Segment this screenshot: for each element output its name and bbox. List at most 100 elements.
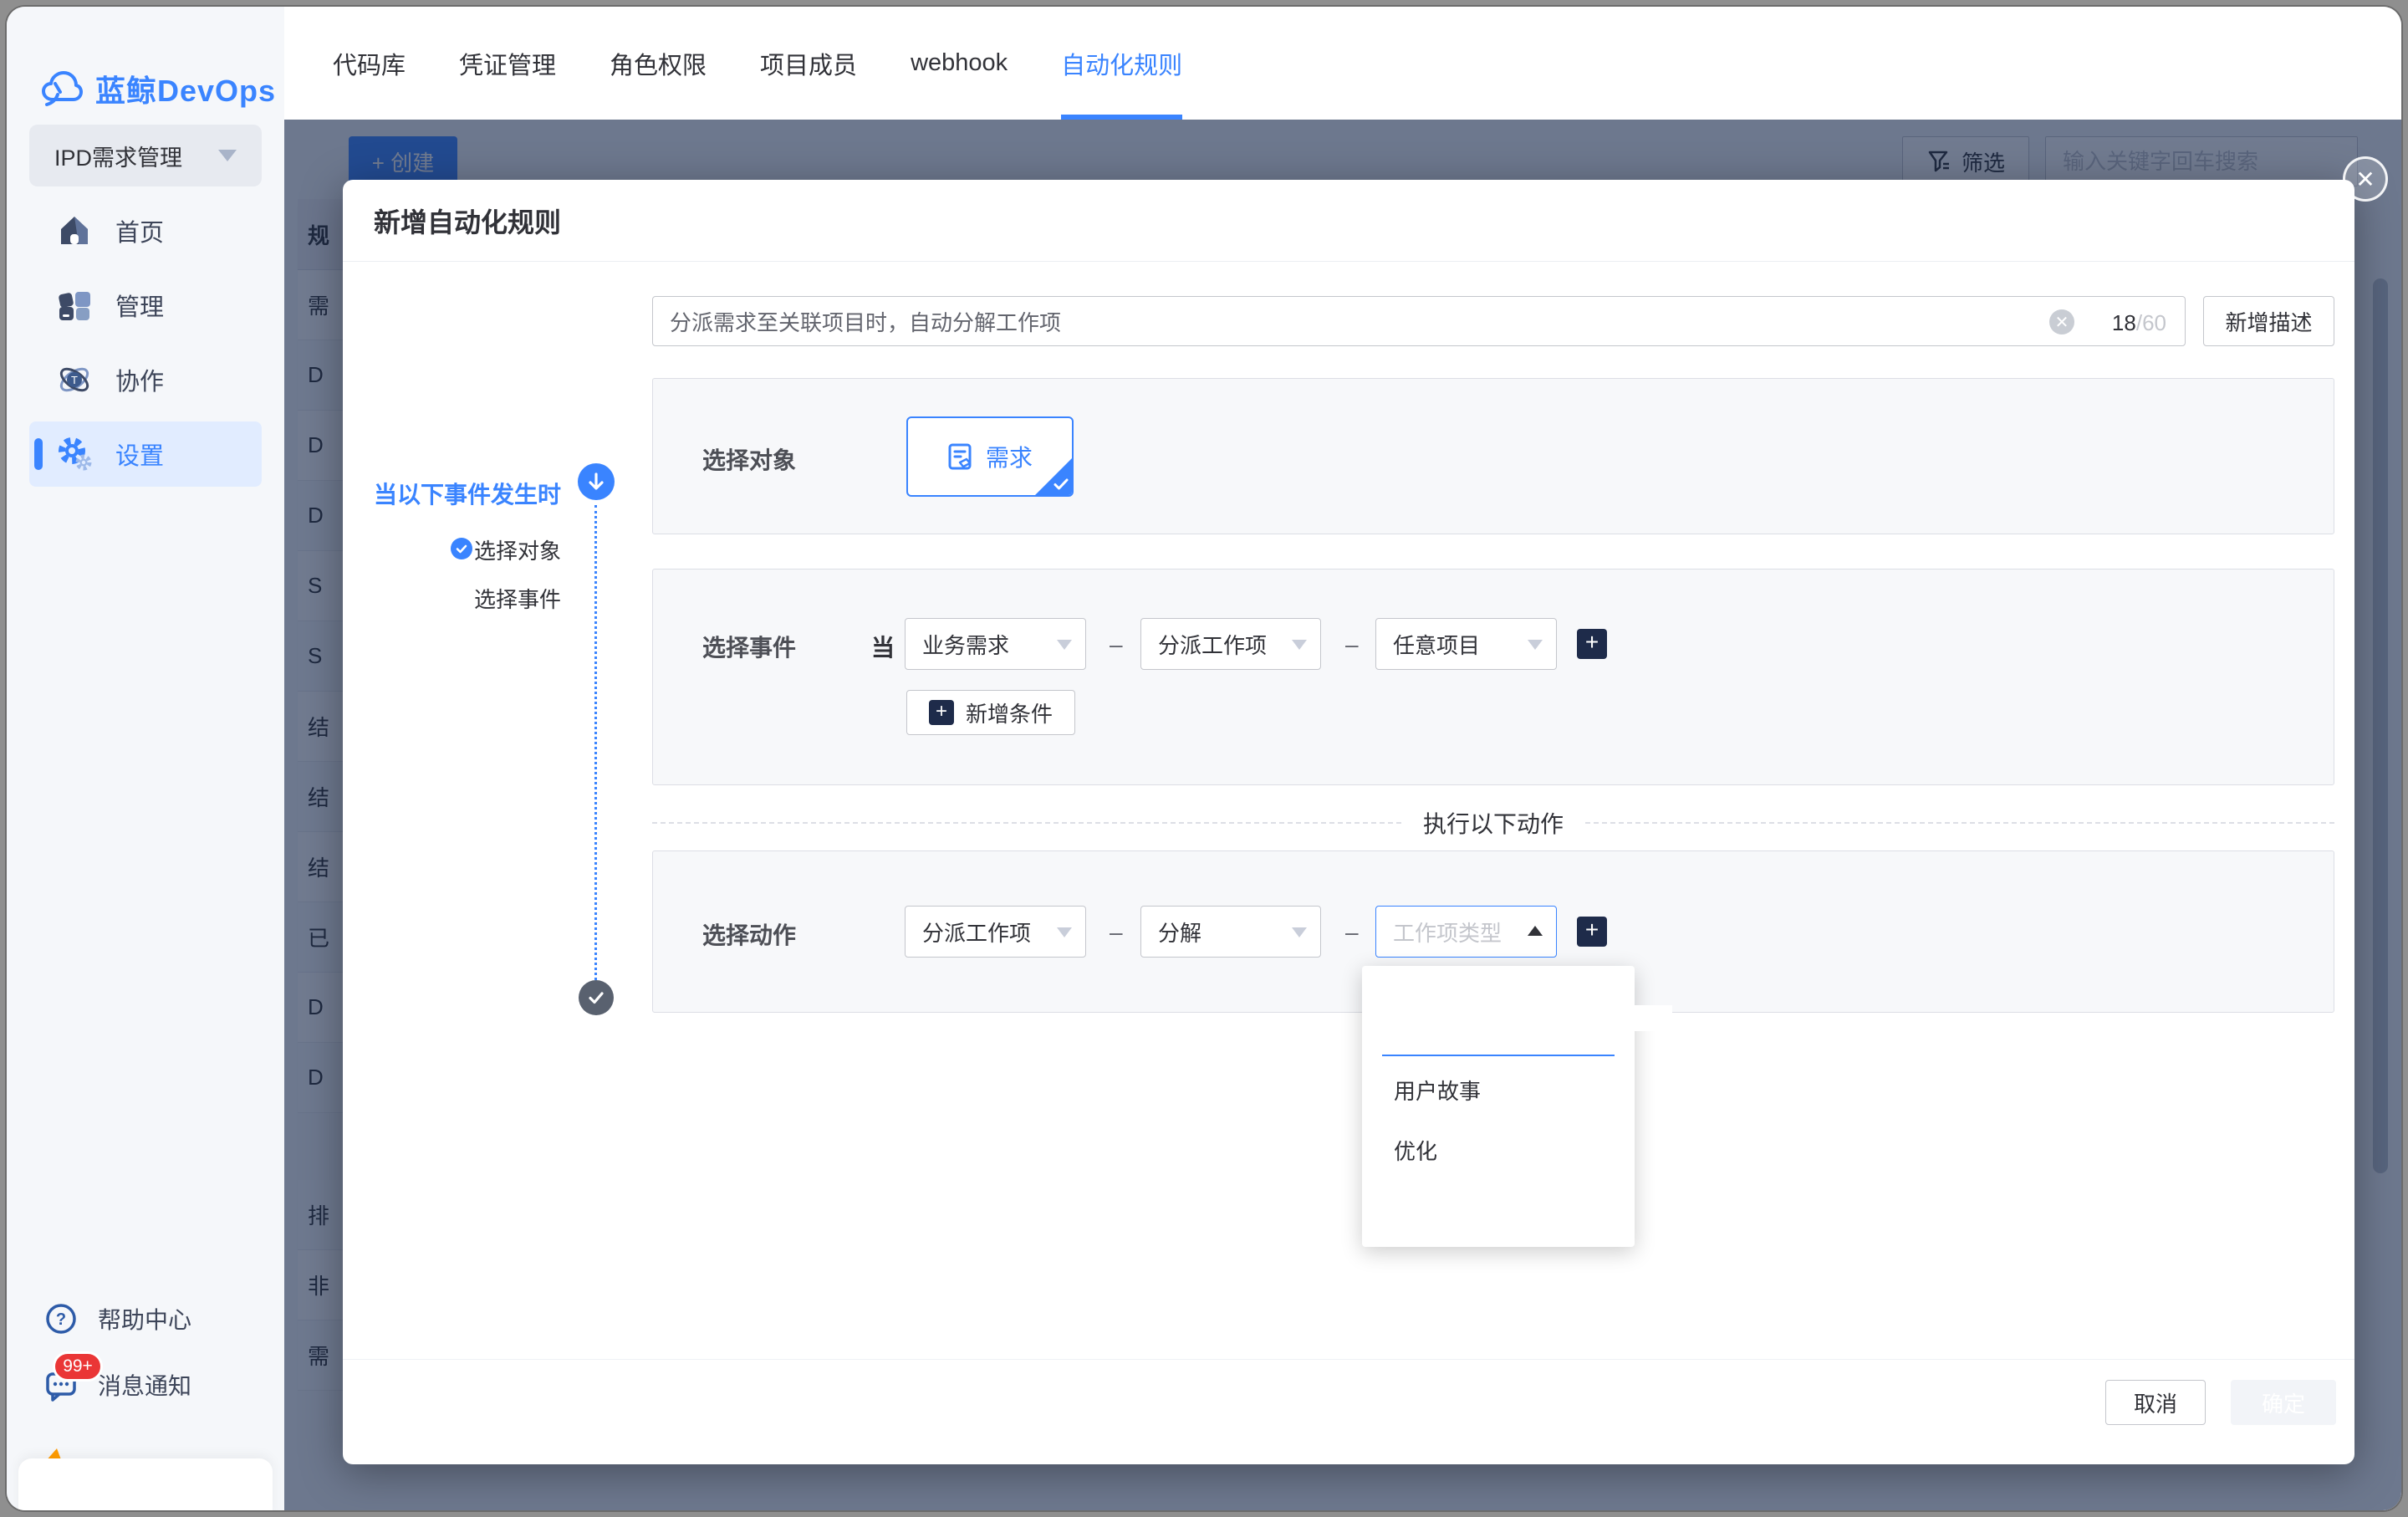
dropdown-search[interactable] (1382, 983, 1615, 1053)
section-label: 选择动作 (702, 917, 796, 951)
caret-up-icon (1528, 926, 1543, 936)
blocks-icon (55, 286, 94, 324)
stepper-step-select-object[interactable]: 选择对象 (343, 534, 561, 565)
clear-input-icon[interactable]: ✕ (2049, 309, 2074, 335)
add-action-button[interactable]: + (1577, 917, 1607, 947)
tab-automation-rules[interactable]: 自动化规则 (1061, 7, 1182, 120)
tab-project-members[interactable]: 项目成员 (760, 7, 857, 120)
project-settings-tabs: 代码库 凭证管理 角色权限 项目成员 webhook 自动化规则 (284, 7, 2401, 120)
divider-label: 执行以下动作 (1423, 806, 1564, 840)
dash-separator: – (1345, 631, 1359, 658)
sidebar-item-manage[interactable]: 管理 (29, 273, 262, 338)
sidebar-menu: 首页 管理 T 协作 设置 (29, 198, 262, 496)
char-counter: 18/60 (2112, 310, 2166, 336)
sidebar-item-collaborate[interactable]: T 协作 (29, 347, 262, 412)
caret-down-icon (1528, 640, 1543, 650)
search-focus-underline (1382, 1055, 1615, 1056)
rule-name-input[interactable] (653, 297, 2185, 345)
selected-check-icon (1052, 475, 1070, 493)
project-selector-value: IPD需求管理 (54, 140, 218, 172)
modal-close-button[interactable]: ✕ (2343, 156, 2388, 202)
divider-line (1585, 822, 2334, 824)
sidebar-item-label: 协作 (115, 362, 164, 397)
svg-text:?: ? (56, 1310, 66, 1329)
sidebar-bottom-card[interactable] (18, 1458, 273, 1510)
event-action-select[interactable]: 分派工作项 (1140, 618, 1321, 670)
select-value: 业务需求 (922, 629, 1009, 660)
active-indicator-bar (34, 438, 43, 470)
new-automation-rule-modal: 新增自动化规则 当以下事件发生时 选择对象 选择事件 ✕ 18/60 新增描述 … (343, 180, 2354, 1464)
modal-title: 新增自动化规则 (374, 202, 561, 240)
tab-webhook[interactable]: webhook (911, 7, 1008, 120)
section-select-object: 选择对象 需求 (652, 378, 2334, 534)
add-description-button[interactable]: 新增描述 (2203, 296, 2334, 346)
dropdown-option-optimization[interactable]: 优化 (1362, 1125, 1635, 1175)
add-condition-label: 新增条件 (966, 697, 1053, 728)
requirement-doc-icon (947, 442, 974, 471)
object-card-label: 需求 (986, 440, 1033, 473)
event-project-select[interactable]: 任意项目 (1375, 618, 1557, 670)
actions-divider: 执行以下动作 (652, 810, 2334, 835)
caret-down-icon (1057, 927, 1072, 937)
section-label: 选择事件 (702, 630, 796, 663)
section-select-event: 选择事件 当 业务需求 – 分派工作项 – 任意项目 + + 新增条件 (652, 569, 2334, 785)
tab-credentials[interactable]: 凭证管理 (459, 7, 556, 120)
sidebar-item-settings[interactable]: 设置 (29, 421, 262, 487)
logo-text: 蓝鲸DevOps (95, 67, 276, 110)
collaboration-icon: T (55, 360, 94, 399)
stepper-connector-line (594, 505, 597, 980)
bk-whale-icon (40, 70, 84, 107)
select-value: 分派工作项 (1158, 629, 1267, 660)
dash-separator: – (1110, 919, 1123, 946)
work-item-type-dropdown: 用户故事 优化 (1362, 966, 1635, 1247)
svg-text:T: T (71, 374, 78, 386)
sidebar: 蓝鲸DevOps IPD需求管理 首页 管理 T (7, 7, 284, 1510)
stepper-phase-label: 当以下事件发生时 (343, 477, 561, 510)
plus-icon: + (929, 700, 954, 725)
project-selector[interactable]: IPD需求管理 (29, 125, 262, 186)
modal-header: 新增自动化规则 (343, 180, 2354, 262)
dropdown-search-input[interactable] (1392, 1005, 1672, 1031)
caret-down-icon (1057, 640, 1072, 650)
select-value: 任意项目 (1393, 629, 1480, 660)
select-placeholder: 工作项类型 (1393, 917, 1502, 947)
divider-line (652, 822, 1401, 824)
home-icon (55, 212, 94, 250)
app-logo[interactable]: 蓝鲸DevOps (40, 67, 276, 110)
select-value: 分解 (1158, 917, 1201, 947)
add-condition-button[interactable]: + 新增条件 (906, 690, 1075, 735)
when-label: 当 (871, 630, 895, 663)
app-window: 蓝鲸DevOps IPD需求管理 首页 管理 T (7, 7, 2401, 1510)
add-event-button[interactable]: + (1577, 629, 1607, 659)
dash-separator: – (1110, 631, 1123, 658)
tab-role-permissions[interactable]: 角色权限 (610, 7, 707, 120)
sidebar-item-label: 首页 (115, 213, 164, 248)
section-label: 选择对象 (702, 442, 796, 476)
caret-down-icon (1292, 927, 1307, 937)
dash-separator: – (1345, 919, 1359, 946)
sidebar-item-label: 设置 (115, 437, 164, 472)
notification-badge: 99+ (53, 1351, 103, 1382)
caret-down-icon (1292, 640, 1307, 650)
action-operation-select[interactable]: 分解 (1140, 906, 1321, 958)
stepper-arrow-down-icon (578, 463, 615, 500)
help-center-label: 帮助中心 (98, 1302, 191, 1336)
gear-icon (55, 435, 94, 473)
dropdown-option-user-story[interactable]: 用户故事 (1362, 1065, 1635, 1115)
tab-code-repo[interactable]: 代码库 (333, 7, 406, 120)
sidebar-item-label: 管理 (115, 288, 164, 323)
action-object-select[interactable]: 分派工作项 (905, 906, 1086, 958)
work-item-type-select-open[interactable]: 工作项类型 (1375, 906, 1557, 958)
cancel-button[interactable]: 取消 (2105, 1380, 2206, 1425)
chevron-down-icon (218, 150, 237, 161)
sidebar-item-help-center[interactable]: ? 帮助中心 (44, 1302, 191, 1336)
stepper-step-select-event[interactable]: 选择事件 (343, 583, 561, 614)
sidebar-item-home[interactable]: 首页 (29, 198, 262, 263)
rule-name-field[interactable]: ✕ 18/60 (652, 296, 2186, 346)
confirm-button-disabled[interactable]: 确定 (2231, 1380, 2336, 1425)
select-value: 分派工作项 (922, 917, 1031, 947)
object-card-requirement[interactable]: 需求 (906, 416, 1074, 497)
event-object-select[interactable]: 业务需求 (905, 618, 1086, 670)
modal-footer: 取消 确定 (343, 1359, 2354, 1464)
help-icon: ? (44, 1302, 78, 1336)
